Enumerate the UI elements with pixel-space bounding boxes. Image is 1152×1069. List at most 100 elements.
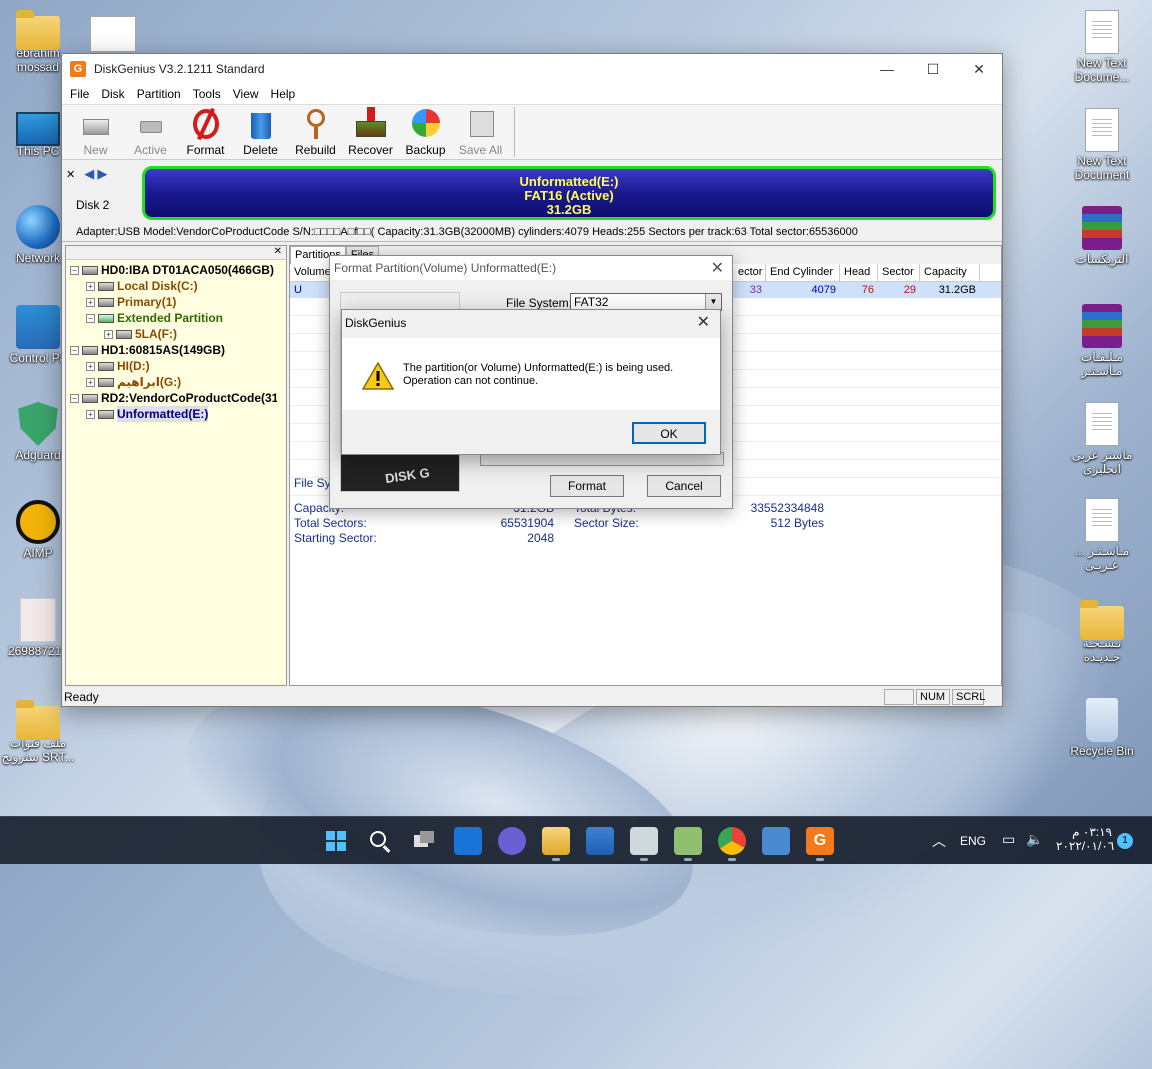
tree-close-icon[interactable]: ✕ — [66, 246, 286, 260]
desktop-icon-new-text-2[interactable]: New Text Document — [1064, 108, 1140, 182]
partition-icon — [98, 281, 114, 291]
menu-help[interactable]: Help — [265, 87, 302, 101]
partition-icon — [98, 361, 114, 371]
widgets-icon[interactable] — [454, 827, 482, 855]
format-dialog-close-button[interactable]: ✕ — [711, 258, 724, 278]
expand-icon[interactable]: + — [86, 297, 95, 307]
expand-icon[interactable]: + — [104, 329, 113, 339]
tree-item-unformatted-e[interactable]: + Unformatted(E:) — [70, 406, 286, 422]
expand-icon[interactable]: + — [86, 361, 95, 371]
tree-item-hd1[interactable]: − HD1:60815AS(149GB) — [70, 342, 286, 358]
nav-back-icon[interactable]: ◀ — [84, 166, 94, 181]
format-dialog-title[interactable]: Format Partition(Volume) Unformatted(E:) — [330, 256, 732, 280]
partition-bar[interactable]: Unformatted(E:) FAT16 (Active) 31.2GB — [142, 166, 996, 220]
network-icon[interactable]: ▭ — [1002, 831, 1015, 848]
desktop-icon-new-folder[interactable]: نـسـخـة جـديـدة — [1064, 600, 1140, 664]
teams-chat-icon[interactable] — [498, 827, 526, 855]
document-thumbnail-icon[interactable] — [90, 16, 136, 52]
diskgenius-taskbar-icon[interactable]: G — [806, 827, 834, 861]
disk-tool-icon[interactable] — [630, 827, 658, 861]
collapse-icon[interactable]: − — [86, 313, 95, 323]
col-sector[interactable]: Sector — [878, 264, 920, 281]
chrome-icon[interactable] — [718, 827, 746, 861]
tree-item-rd2[interactable]: − RD2:VendorCoProductCode(31G — [70, 390, 286, 406]
chevron-up-icon[interactable]: ︿ — [932, 831, 946, 851]
format-button[interactable]: Format — [178, 107, 233, 159]
volume-icon[interactable]: 🔈 — [1026, 831, 1043, 848]
error-message-box: DiskGenius ✕ The partition(or Volume) Un… — [341, 309, 721, 455]
tree-item-5la-f[interactable]: +5LA(F:) — [70, 326, 286, 342]
app-au-icon[interactable] — [674, 827, 702, 861]
partition-bar-name: Unformatted(E:) — [519, 174, 619, 189]
desktop-icon-new-text-1[interactable]: New Text Docume... — [1064, 10, 1140, 84]
magnifier-icon — [299, 107, 333, 141]
maximize-button[interactable]: ☐ — [910, 54, 956, 84]
col-end-cylinder[interactable]: End Cylinder — [766, 264, 840, 281]
clock-date: ٢٠٢٢/٠١/٠٦ — [1056, 839, 1115, 853]
minimize-button[interactable]: — — [864, 54, 910, 84]
microsoft-store-icon[interactable] — [586, 827, 614, 855]
partition-icon — [98, 297, 114, 307]
task-view-icon[interactable] — [410, 827, 438, 855]
desktop-icon-doc-arabic-1[interactable]: ماستر عربى انجليزى — [1064, 402, 1140, 476]
tree-item-ebrahim-g[interactable]: + ابراهيم(G:) — [70, 374, 286, 390]
expand-icon[interactable]: + — [86, 377, 95, 387]
desktop-icon-rar-1[interactable]: التريكسات — [1064, 206, 1140, 266]
col-capacity[interactable]: Capacity — [920, 264, 980, 281]
menu-tools[interactable]: Tools — [187, 87, 227, 101]
search-icon[interactable] — [366, 827, 394, 855]
backup-icon — [409, 107, 443, 141]
resource-monitor-icon[interactable] — [762, 827, 790, 855]
ok-button[interactable]: OK — [632, 422, 706, 444]
close-icon[interactable]: ✕ — [66, 169, 75, 181]
active-partition-button[interactable]: Active — [123, 107, 178, 159]
nav-forward-icon[interactable]: ▶ — [97, 166, 107, 181]
menu-partition[interactable]: Partition — [131, 87, 187, 101]
new-partition-button[interactable]: New — [68, 107, 123, 159]
message-line-1: The partition(or Volume) Unformatted(E:)… — [403, 362, 674, 374]
rebuild-button[interactable]: Rebuild — [288, 107, 343, 159]
start-button[interactable] — [322, 827, 350, 855]
close-button[interactable]: ✕ — [956, 54, 1002, 84]
collapse-icon[interactable]: − — [70, 393, 79, 403]
tree-item-local-disk-c[interactable]: + Local Disk(C:) — [70, 278, 286, 294]
collapse-icon[interactable]: − — [70, 345, 79, 355]
expand-icon[interactable]: + — [86, 281, 95, 291]
save-all-button[interactable]: Save All — [453, 107, 508, 159]
recover-icon — [354, 107, 388, 141]
col-volume[interactable]: Volume — [290, 264, 334, 281]
file-explorer-icon[interactable] — [542, 827, 570, 861]
message-box-close-button[interactable]: ✕ — [697, 312, 710, 332]
tree-item-primary-1[interactable]: + Primary(1) — [70, 294, 286, 310]
title-bar[interactable]: G DiskGenius V3.2.1211 Standard — ☐ ✕ — [62, 54, 1002, 84]
desktop-icon-doc-arabic-2[interactable]: مـاسـتـر ... عـربـى — [1064, 498, 1140, 572]
disk-tree: − HD0:IBA DT01ACA050(466GB) + Local Disk(C… — [66, 260, 286, 422]
winrar-archive-icon — [1082, 304, 1122, 348]
menu-disk[interactable]: Disk — [95, 87, 130, 101]
backup-button[interactable]: Backup — [398, 107, 453, 159]
text-document-icon — [1085, 402, 1119, 446]
disk-tree-panel: ✕ − HD0:IBA DT01ACA050(466GB) + Local Disk… — [65, 245, 287, 686]
menu-view[interactable]: View — [227, 87, 265, 101]
desktop-icon-rar-2[interactable]: مـلـفـات مـاسـتـر — [1064, 304, 1140, 378]
delete-button[interactable]: Delete — [233, 107, 288, 159]
desktop-icon-srt-folder[interactable]: ملف قنوات ستروبح SRT... — [0, 700, 76, 764]
desktop-icon-recycle-bin[interactable]: Recycle Bin — [1064, 698, 1140, 758]
format-cancel-button[interactable]: Cancel — [647, 475, 721, 497]
col-head[interactable]: Head — [840, 264, 878, 281]
file-system-selected-value: FAT32 — [574, 295, 609, 309]
tree-item-hi-d[interactable]: + HI(D:) — [70, 358, 286, 374]
col-start-sector[interactable]: ector — [734, 264, 766, 281]
collapse-icon[interactable]: − — [70, 265, 79, 275]
menu-file[interactable]: File — [64, 87, 95, 101]
message-box-title: DiskGenius — [345, 316, 407, 330]
format-confirm-button[interactable]: Format — [550, 475, 624, 497]
expand-icon[interactable]: + — [86, 409, 95, 419]
clock[interactable]: ٠٣:١٩ م ٢٠٢٢/٠١/٠٦ — [1056, 825, 1115, 853]
language-indicator[interactable]: ENG — [960, 834, 986, 848]
notification-badge[interactable]: 1 — [1117, 833, 1133, 849]
tree-item-extended-partition[interactable]: − Extended Partition — [70, 310, 286, 326]
recover-button[interactable]: Recover — [343, 107, 398, 159]
tree-item-hd0[interactable]: − HD0:IBA DT01ACA050(466GB) — [70, 262, 286, 278]
chevron-down-icon[interactable]: ▼ — [705, 294, 721, 310]
